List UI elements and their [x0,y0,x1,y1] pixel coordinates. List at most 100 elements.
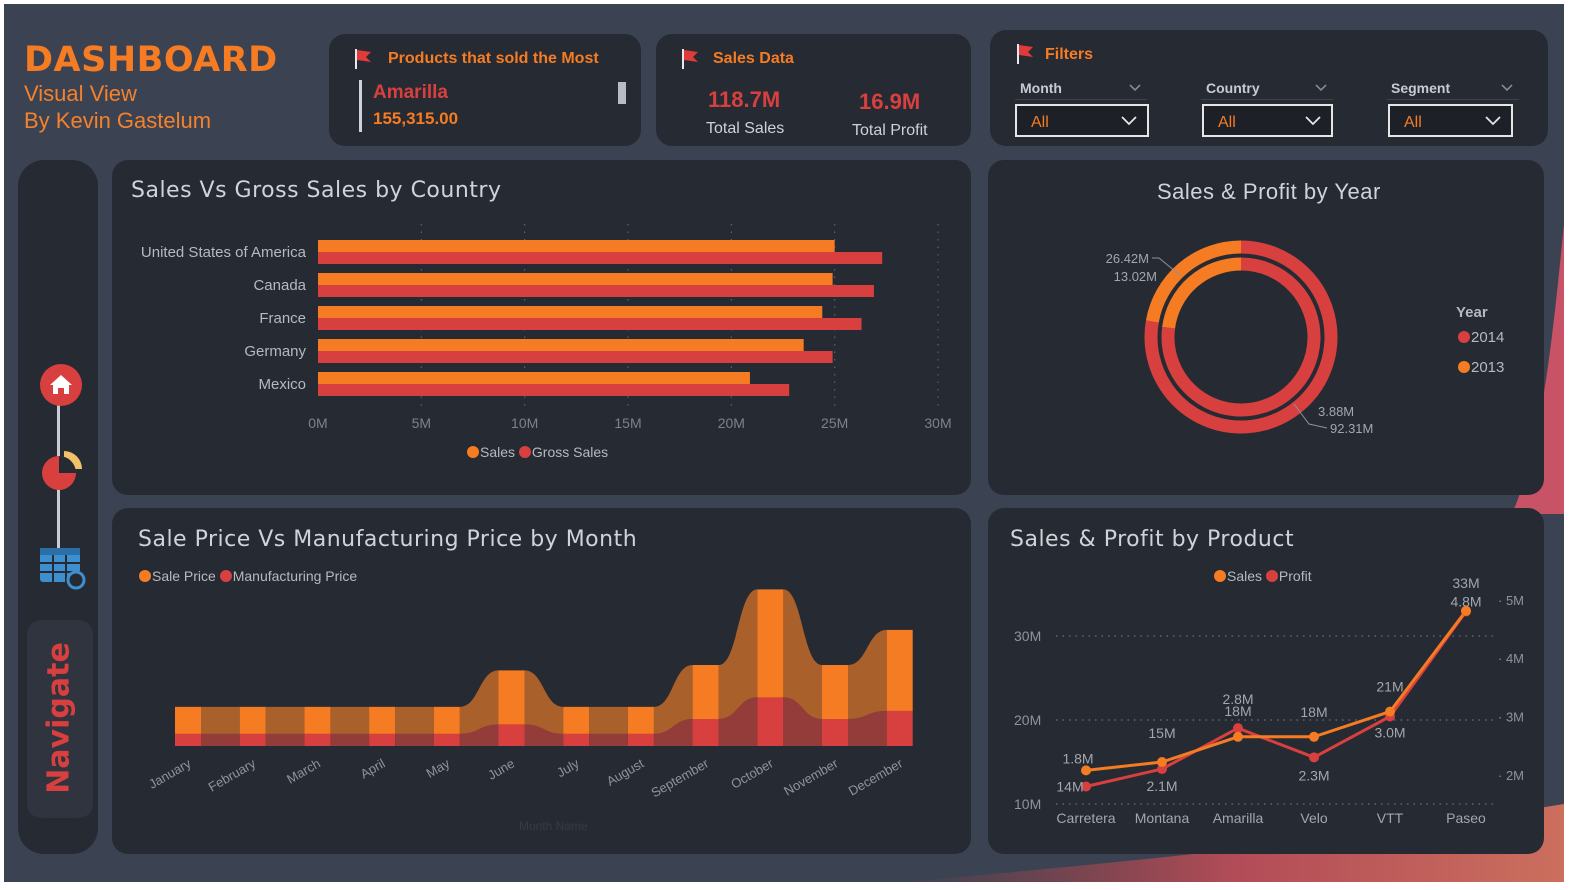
column-sale-price-july [563,706,590,734]
dashboard-canvas: DASHBOARD Visual View By Kevin Gastelum … [4,4,1564,882]
ribbon-manufacturing-price [265,733,305,746]
x-tick-label: 5M [412,415,431,431]
ribbon-sale-price [524,670,564,734]
bar-gross-sales-canada [318,285,874,297]
sales-data-card: Sales Data 118.7M Total Sales 16.9M Tota… [656,34,971,146]
data-label-sales: 33M [1452,575,1479,591]
total-sales-label: Total Sales [706,120,785,137]
data-label-profit: 2.3M [1298,767,1329,783]
column-manufacturing-price-august [627,733,654,746]
point-sales-montana [1157,757,1167,767]
segment-filter-value: All [1404,114,1422,131]
month-filter-value: All [1031,114,1049,131]
column-manufacturing-price-march [304,733,331,746]
data-label-sales: 21M [1376,679,1403,695]
column-manufacturing-price-december [886,710,913,746]
month-label-march: March [284,756,323,787]
pie-chart-icon[interactable] [40,449,84,493]
scrollbar[interactable] [618,82,626,104]
column-sale-price-september [692,665,719,719]
month-filter-select[interactable]: All [1015,104,1149,137]
month-axis-title: Month Name [519,819,588,833]
flag-icon [1017,44,1033,64]
column-manufacturing-price-february [239,733,266,746]
category-label-germany: Germany [244,343,306,360]
total-profit-value: 16.9M [859,89,921,114]
column-sale-price-october [757,589,784,698]
ribbon-sale-price [459,670,499,734]
home-icon[interactable] [39,363,83,407]
column-sale-price-february [239,706,266,734]
x-tick-label: 0M [308,415,327,431]
ribbon-sale-price [265,706,305,734]
point-profit-amarilla [1233,723,1243,734]
ribbon-sale-price [330,706,370,734]
column-manufacturing-price-july [563,733,590,746]
ribbon-sale-price [589,706,628,734]
category-label-mexico: Mexico [258,376,306,393]
top-product-value: 155,315.00 [373,109,459,128]
navigate-button[interactable]: Navigate [27,620,93,818]
divider [359,80,362,132]
line-profit [1085,610,1468,788]
y-right-tick-label: · 5M [1498,593,1524,608]
bar-sales-germany [318,339,804,351]
filters-card: Filters Month All Country All Segment Al… [990,30,1548,146]
month-ribbon-chart: January February March April May June July Augu… [146,589,913,800]
column-sale-price-november [822,665,848,719]
year-donut-chart: 26.42M 13.02M 3.88M 92.31M [1106,240,1373,436]
column-sale-price-january [175,706,201,734]
column-manufacturing-price-january [175,733,201,746]
chevron-down-icon [1121,116,1137,126]
data-label-profit: 3.0M [1374,725,1405,741]
month-label-august: August [604,755,647,788]
donut-label: 92.31M [1330,421,1373,436]
legend-dot [1458,361,1470,373]
product-line-chart: 10M 20M 30M · 2M · 3M · 4M · 5M Carretera Montan… [1014,575,1524,826]
filters-title: Filters [1045,46,1094,63]
data-label-profit: 2.1M [1146,778,1177,794]
point-sales-velo [1309,731,1319,742]
category-label-montana: Montana [1135,810,1190,826]
y-right-tick-label: · 2M [1498,768,1524,783]
table-search-icon[interactable] [38,546,86,590]
bar-gross-sales-mexico [318,384,790,396]
country-filter-select[interactable]: All [1202,104,1333,137]
category-label-velo: Velo [1300,810,1327,826]
category-label-amarilla: Amarilla [1213,810,1264,826]
category-label-carretera: Carretera [1056,810,1115,826]
segment-filter-select[interactable]: All [1388,104,1513,137]
bar-gross-sales-france [318,318,862,330]
year-legend-title: Year [1456,304,1488,321]
ribbon-sale-price [395,706,434,734]
country-filter-label: Country [1206,80,1260,96]
category-label-paseo: Paseo [1446,810,1486,826]
legend-dot [518,446,531,458]
month-label-june: June [485,756,517,783]
point-sales-vtt [1385,706,1395,717]
y-left-tick-label: 20M [1014,712,1041,728]
legend-label: 2013 [1471,359,1505,376]
segment-filter-label: Segment [1391,80,1451,96]
bar-gross-sales-germany [318,351,833,363]
bar-sales-mexico [318,372,750,384]
month-label-november: November [781,755,841,798]
bar-sales-united-states-of-america [318,240,835,252]
page-author: By Kevin Gastelum [24,108,212,133]
month-label-february: February [206,755,259,794]
ribbon-manufacturing-price [589,733,628,746]
data-label-sales: 15M [1148,725,1175,741]
page-title: DASHBOARD [24,40,278,80]
chevron-down-icon [1315,84,1327,92]
point-profit-velo [1309,752,1319,763]
product-chart-area: Sales & Profit by Product Sales Profit 1… [1004,524,1532,838]
month-label-january: January [146,755,194,791]
x-tick-label: 30M [924,415,951,431]
total-sales-value: 118.7M [708,87,781,112]
bar-sales-france [318,306,823,318]
year-chart-area: Sales & Profit by Year 26.42M 13.02M 3.88M… [1009,176,1527,472]
column-sale-price-august [627,706,654,734]
top-product-card: Products that sold the Most Amarilla 155… [329,34,641,146]
top-product-title: Products that sold the Most [388,50,599,67]
donut-label: 26.42M [1106,251,1149,266]
